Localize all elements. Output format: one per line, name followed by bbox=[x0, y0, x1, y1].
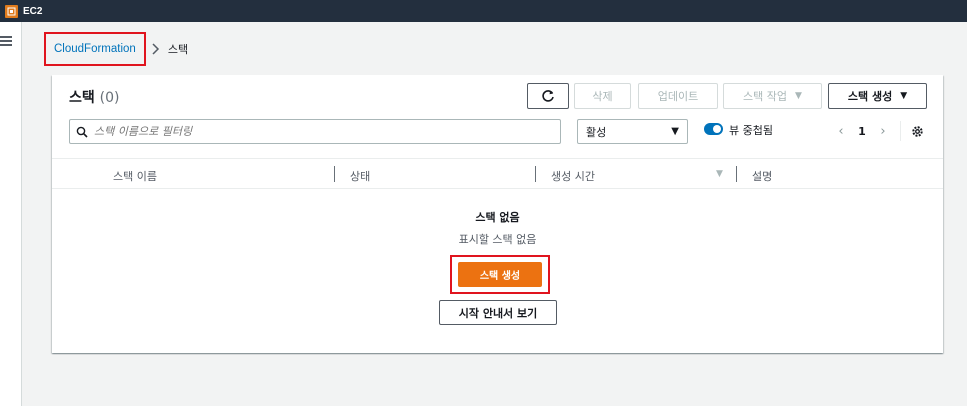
column-header-stack-name[interactable]: 스택 이름 bbox=[113, 168, 157, 184]
breadcrumb: CloudFormation 스택 bbox=[44, 32, 188, 66]
refresh-button[interactable] bbox=[527, 83, 569, 109]
hamburger-icon[interactable] bbox=[0, 36, 12, 46]
stacks-panel: 스택 (0) 삭제 업데이트 스택 작업 ▼ 스택 생성 ▼ 활성 ▼ 뷰 중첩… bbox=[52, 75, 943, 353]
chevron-left-icon[interactable]: ‹ bbox=[832, 124, 850, 139]
side-navigation-rail bbox=[0, 22, 22, 406]
chevron-right-icon[interactable]: › bbox=[874, 124, 892, 139]
page-number[interactable]: 1 bbox=[850, 125, 874, 138]
pagination: ‹ 1 › bbox=[832, 121, 924, 141]
stack-actions-label: 스택 작업 bbox=[743, 90, 788, 103]
breadcrumb-cloudformation-link[interactable]: CloudFormation bbox=[54, 43, 136, 55]
create-stack-button[interactable]: 스택 생성 bbox=[458, 262, 542, 287]
page-title: 스택 (0) bbox=[69, 87, 119, 107]
create-stack-highlight: 스택 생성 bbox=[450, 255, 550, 294]
top-navigation-bar: EC2 bbox=[0, 0, 967, 22]
empty-state-subtitle: 표시할 스택 없음 bbox=[458, 233, 537, 246]
caret-down-icon: ▼ bbox=[900, 91, 908, 101]
getting-started-guide-button[interactable]: 시작 안내서 보기 bbox=[439, 300, 557, 325]
column-divider[interactable] bbox=[334, 166, 335, 182]
sort-down-icon[interactable]: ▼ bbox=[716, 169, 723, 179]
status-filter-value: 활성 bbox=[586, 125, 607, 139]
gear-icon[interactable] bbox=[911, 125, 924, 138]
service-name[interactable]: EC2 bbox=[23, 6, 42, 17]
empty-state-title: 스택 없음 bbox=[475, 211, 520, 224]
column-header-status[interactable]: 상태 bbox=[350, 168, 370, 184]
create-stack-label: 스택 생성 bbox=[847, 90, 893, 103]
column-divider[interactable] bbox=[535, 166, 536, 182]
create-stack-dropdown-button[interactable]: 스택 생성 ▼ bbox=[828, 83, 927, 109]
column-header-created-time[interactable]: 생성 시간 bbox=[551, 168, 595, 184]
search-input[interactable] bbox=[94, 125, 534, 138]
update-button[interactable]: 업데이트 bbox=[638, 83, 718, 109]
panel-title-text: 스택 bbox=[69, 90, 95, 106]
stack-actions-button[interactable]: 스택 작업 ▼ bbox=[723, 83, 822, 109]
search-icon bbox=[76, 126, 88, 138]
status-filter-select[interactable]: 활성 ▼ bbox=[577, 119, 688, 144]
delete-button[interactable]: 삭제 bbox=[574, 83, 631, 109]
search-box bbox=[69, 119, 561, 144]
breadcrumb-current: 스택 bbox=[167, 43, 189, 56]
column-header-description[interactable]: 설명 bbox=[752, 168, 772, 184]
column-divider[interactable] bbox=[736, 166, 737, 182]
pager-divider bbox=[900, 121, 901, 141]
nested-view-label: 뷰 중첩됨 bbox=[729, 124, 773, 137]
cloudformation-icon bbox=[5, 4, 18, 18]
chevron-right-icon bbox=[152, 43, 160, 55]
table-header: 스택 이름 상태 생성 시간 ▼ 설명 bbox=[52, 158, 943, 189]
stack-count: (0) bbox=[99, 90, 120, 106]
breadcrumb-highlight: CloudFormation bbox=[44, 32, 146, 66]
refresh-icon bbox=[542, 90, 554, 102]
caret-down-icon: ▼ bbox=[795, 91, 802, 101]
nested-view-toggle[interactable] bbox=[704, 123, 723, 135]
caret-down-icon: ▼ bbox=[671, 126, 679, 137]
